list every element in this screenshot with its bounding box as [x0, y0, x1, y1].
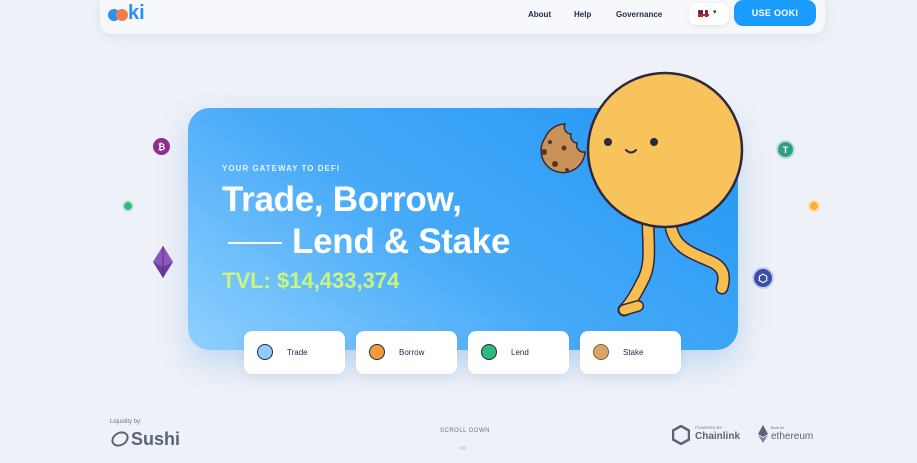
- powered-by-label: POWERED BY: [695, 425, 723, 430]
- trade-circle-icon: [257, 344, 273, 360]
- use-ooki-button[interactable]: USE OOKI: [734, 0, 816, 26]
- gold-coin-icon: [808, 200, 820, 212]
- borrow-circle-icon: [369, 344, 385, 360]
- feature-lend-label: Lend: [511, 348, 529, 357]
- feature-lend[interactable]: Lend: [468, 331, 569, 374]
- hero-title-line2: Lend & Stake: [292, 222, 511, 261]
- feature-stake-label: Stake: [623, 348, 644, 357]
- ooki-logo[interactable]: ki: [108, 2, 168, 27]
- scroll-down-label[interactable]: SCROLL DOWN: [440, 428, 490, 434]
- liquidity-by-label: Liquidity by:: [110, 419, 142, 425]
- feature-trade-label: Trade: [287, 348, 308, 357]
- feature-borrow-label: Borrow: [399, 348, 425, 357]
- green-coin-icon: [122, 200, 134, 212]
- built-on-label: Built on: [771, 425, 785, 430]
- hero-eyebrow: YOUR GATEWAY TO DEFI: [222, 164, 340, 173]
- bitcoin-coin-icon: ₿: [153, 138, 170, 155]
- lend-circle-icon: [481, 344, 497, 360]
- chainlink-logo-icon: [672, 425, 690, 445]
- nav-governance[interactable]: Governance: [616, 10, 662, 19]
- chevron-down-icon: ▾: [713, 9, 717, 16]
- scroll-indicator: [459, 446, 467, 450]
- cookie-icon: [540, 123, 586, 174]
- logo-text: ki: [128, 2, 145, 24]
- tether-coin-icon: T: [776, 140, 795, 159]
- feature-borrow[interactable]: Borrow: [356, 331, 457, 374]
- ethereum-link[interactable]: ethereum: [771, 431, 813, 442]
- feature-trade[interactable]: Trade: [244, 331, 345, 374]
- chainlink-link[interactable]: Chainlink: [695, 431, 740, 442]
- uk-flag-icon: [698, 10, 709, 18]
- feature-stake[interactable]: Stake: [580, 331, 681, 374]
- nav-help[interactable]: Help: [574, 10, 591, 19]
- ethereum-logo-icon: [758, 425, 768, 443]
- sushi-link[interactable]: Sushi: [131, 429, 180, 450]
- chainlink-coin-icon: ⬡: [752, 267, 774, 289]
- nav-about[interactable]: About: [528, 10, 551, 19]
- tvl-value: TVL: $14,433,374: [222, 268, 400, 293]
- cookie-stake-icon: [593, 344, 609, 360]
- logo-orange-circle: [116, 9, 128, 21]
- hero-title-line1: Trade, Borrow,: [222, 180, 462, 219]
- ooki-mascot-illustration: [540, 71, 744, 317]
- language-selector[interactable]: ▾: [689, 3, 729, 25]
- ethereum-coin-icon: [153, 246, 173, 278]
- sushi-logo-icon: [111, 431, 129, 447]
- title-dash: [228, 242, 282, 244]
